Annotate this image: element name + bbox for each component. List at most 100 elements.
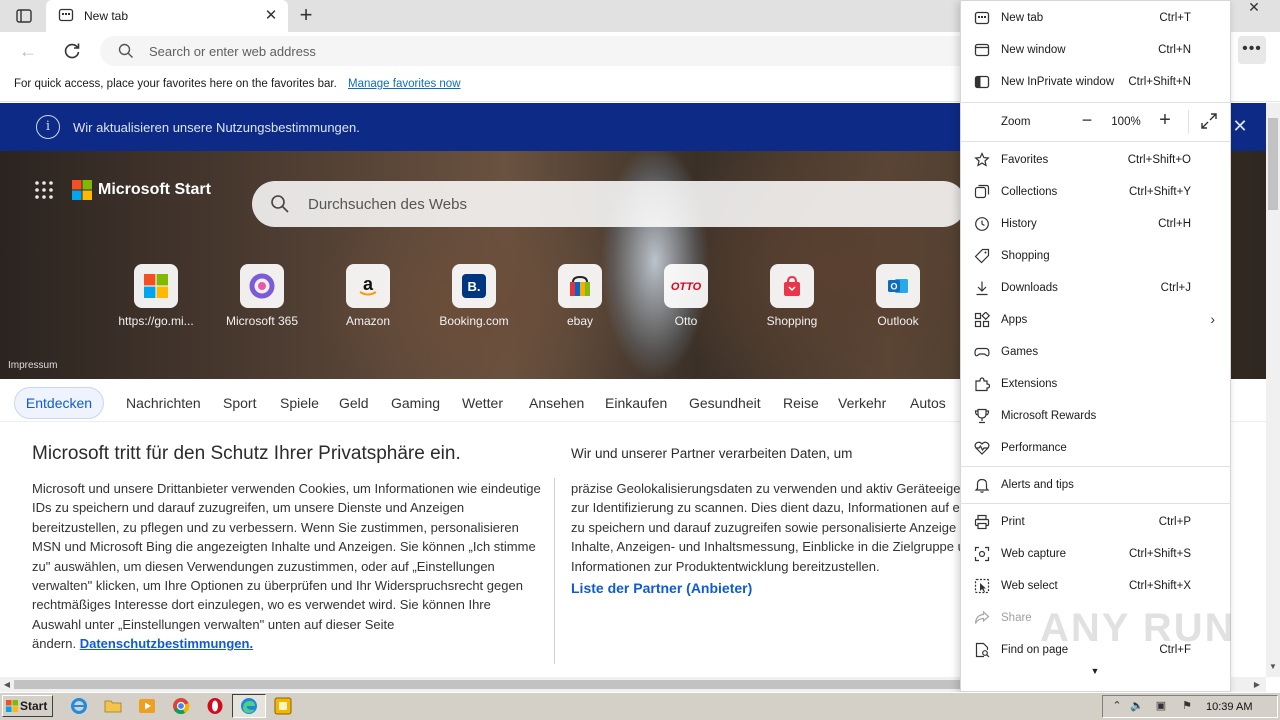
menu-item-extensions[interactable]: Extensions — [960, 368, 1231, 400]
category-geld[interactable]: Geld — [339, 395, 369, 411]
edge-icon[interactable] — [240, 697, 258, 715]
menu-separator — [960, 102, 1231, 103]
window-close-icon[interactable]: ✕ — [1236, 0, 1272, 16]
menu-item-shortcut: Ctrl+P — [1158, 516, 1191, 528]
new-tab-button[interactable]: + — [294, 4, 318, 28]
menu-item-alerts[interactable]: Alerts and tips — [960, 469, 1231, 501]
menu-item-new-window[interactable]: New window Ctrl+N — [960, 34, 1231, 66]
category-entdecken[interactable]: Entdecken — [14, 387, 104, 419]
manage-favorites-link[interactable]: Manage favorites now — [348, 78, 461, 90]
menu-item-web-capture[interactable]: Web capture Ctrl+Shift+S — [960, 538, 1231, 570]
new-tab-favicon-icon — [58, 7, 74, 23]
menu-item-shortcut: Ctrl+T — [1159, 12, 1191, 24]
menu-item-print[interactable]: Print Ctrl+P — [960, 506, 1231, 538]
chrome-icon[interactable] — [172, 697, 190, 715]
app-icon[interactable] — [274, 697, 292, 715]
impressum-link[interactable]: Impressum — [8, 360, 57, 371]
menu-item-label: Favorites — [1001, 154, 1049, 166]
menu-item-performance[interactable]: Performance — [960, 432, 1231, 464]
menu-scroll-more-icon[interactable]: ▼ — [1088, 666, 1102, 676]
tray-expand-icon[interactable]: ⌃ — [1110, 700, 1124, 712]
partner-list-link[interactable]: Liste der Partner (Anbieter) — [571, 580, 752, 596]
tab-close-icon[interactable]: ✕ — [262, 7, 280, 25]
app-launcher-icon[interactable] — [34, 180, 54, 200]
web-select-icon — [974, 578, 990, 594]
watermark: ANY RUN — [1040, 606, 1236, 650]
category-einkaufen[interactable]: Einkaufen — [605, 395, 667, 411]
quick-link-tile[interactable]: B. Booking.com — [424, 264, 524, 334]
category-wetter[interactable]: Wetter — [462, 395, 503, 411]
menu-item-web-select[interactable]: Web select Ctrl+Shift+X — [960, 570, 1231, 602]
back-button[interactable]: ← — [14, 40, 42, 64]
quick-link-tile[interactable]: a Amazon — [318, 264, 418, 334]
menu-item-collections[interactable]: Collections Ctrl+Shift+Y — [960, 176, 1231, 208]
rewards-trophy-icon — [974, 408, 990, 424]
menu-item-history[interactable]: History Ctrl+H — [960, 208, 1231, 240]
tab-actions-icon[interactable] — [6, 2, 42, 30]
banner-text: Wir aktualisieren unsere Nutzungsbestimm… — [73, 120, 360, 135]
scroll-right-arrow-icon[interactable]: ▶ — [1250, 677, 1264, 692]
menu-item-shortcut: Ctrl+Shift+Y — [1129, 186, 1191, 198]
menu-item-label: Share — [1001, 612, 1032, 624]
menu-item-games[interactable]: Games — [960, 336, 1231, 368]
category-reise[interactable]: Reise — [783, 395, 819, 411]
scroll-left-arrow-icon[interactable]: ◀ — [0, 677, 14, 692]
opera-icon[interactable] — [206, 697, 224, 715]
menu-item-new-inprivate[interactable]: New InPrivate window Ctrl+Shift+N — [960, 66, 1231, 98]
refresh-icon[interactable] — [58, 38, 86, 64]
menu-item-apps[interactable]: Apps › — [960, 304, 1231, 336]
partner-body-line: Informationen zur Produktentwicklung ber… — [571, 558, 880, 574]
category-ansehen[interactable]: Ansehen — [529, 395, 584, 411]
quick-link-tile[interactable]: OTTO Otto — [636, 264, 736, 334]
partner-body-line: zu speichern und darauf zuzugreifen sowi… — [571, 519, 957, 535]
brand-title[interactable]: Microsoft Start — [98, 181, 211, 199]
privacy-link[interactable]: Datenschutzbestimmungen. — [80, 636, 253, 651]
settings-more-button[interactable]: ••• — [1238, 36, 1266, 64]
consent-body-text: Microsoft und unsere Drittanbieter verwe… — [32, 481, 541, 652]
category-autos[interactable]: Autos — [910, 395, 946, 411]
menu-item-favorites[interactable]: Favorites Ctrl+Shift+O — [960, 144, 1231, 176]
menu-item-rewards[interactable]: Microsoft Rewards — [960, 400, 1231, 432]
download-icon — [974, 280, 990, 296]
file-explorer-icon[interactable] — [104, 697, 122, 715]
zoom-in-button[interactable]: + — [1154, 110, 1176, 132]
performance-heart-icon — [974, 440, 990, 456]
category-nachrichten[interactable]: Nachrichten — [126, 395, 201, 411]
vertical-scroll-thumb[interactable] — [1268, 118, 1278, 210]
consent-body: Microsoft und unsere Drittanbieter verwe… — [32, 479, 542, 654]
menu-item-label: Collections — [1001, 186, 1058, 198]
ebay-icon — [558, 264, 602, 308]
menu-item-label: Microsoft Rewards — [1001, 410, 1097, 422]
menu-item-downloads[interactable]: Downloads Ctrl+J — [960, 272, 1231, 304]
scroll-down-arrow-icon[interactable]: ▼ — [1266, 660, 1280, 674]
category-gaming[interactable]: Gaming — [391, 395, 440, 411]
category-spiele[interactable]: Spiele — [280, 395, 319, 411]
menu-item-shopping[interactable]: Shopping — [960, 240, 1231, 272]
internet-explorer-icon[interactable] — [70, 697, 88, 715]
media-player-icon[interactable] — [138, 697, 156, 715]
fullscreen-icon[interactable] — [1199, 111, 1219, 131]
menu-item-new-tab[interactable]: New tab Ctrl+T — [960, 2, 1231, 34]
quick-link-tile[interactable]: https://go.mi... — [106, 264, 206, 334]
volume-icon[interactable]: 🔈 — [1130, 700, 1144, 712]
flag-icon[interactable]: ⚑ — [1180, 700, 1194, 712]
printer-icon — [974, 514, 990, 530]
zoom-out-button[interactable]: − — [1076, 110, 1098, 132]
category-verkehr[interactable]: Verkehr — [838, 395, 886, 411]
network-icon[interactable]: ▣ — [1154, 700, 1168, 712]
quick-link-tile[interactable]: Shopping — [742, 264, 842, 334]
shopping-icon — [770, 264, 814, 308]
category-sport[interactable]: Sport — [223, 395, 256, 411]
category-gesundheit[interactable]: Gesundheit — [689, 395, 761, 411]
horizontal-scroll-thumb[interactable] — [14, 680, 1100, 689]
quick-link-tile[interactable]: O Outlook — [848, 264, 948, 334]
banner-close-icon[interactable]: ✕ — [1230, 116, 1250, 136]
tab-new-tab[interactable] — [46, 0, 288, 32]
quick-link-tile[interactable]: ebay — [530, 264, 630, 334]
amazon-icon: a — [346, 264, 390, 308]
svg-text:a: a — [363, 274, 374, 294]
menu-item-label: Extensions — [1001, 378, 1058, 390]
taskbar — [0, 692, 1280, 720]
quick-link-tile[interactable]: Microsoft 365 — [212, 264, 312, 334]
menu-item-label: New window — [1001, 44, 1066, 56]
